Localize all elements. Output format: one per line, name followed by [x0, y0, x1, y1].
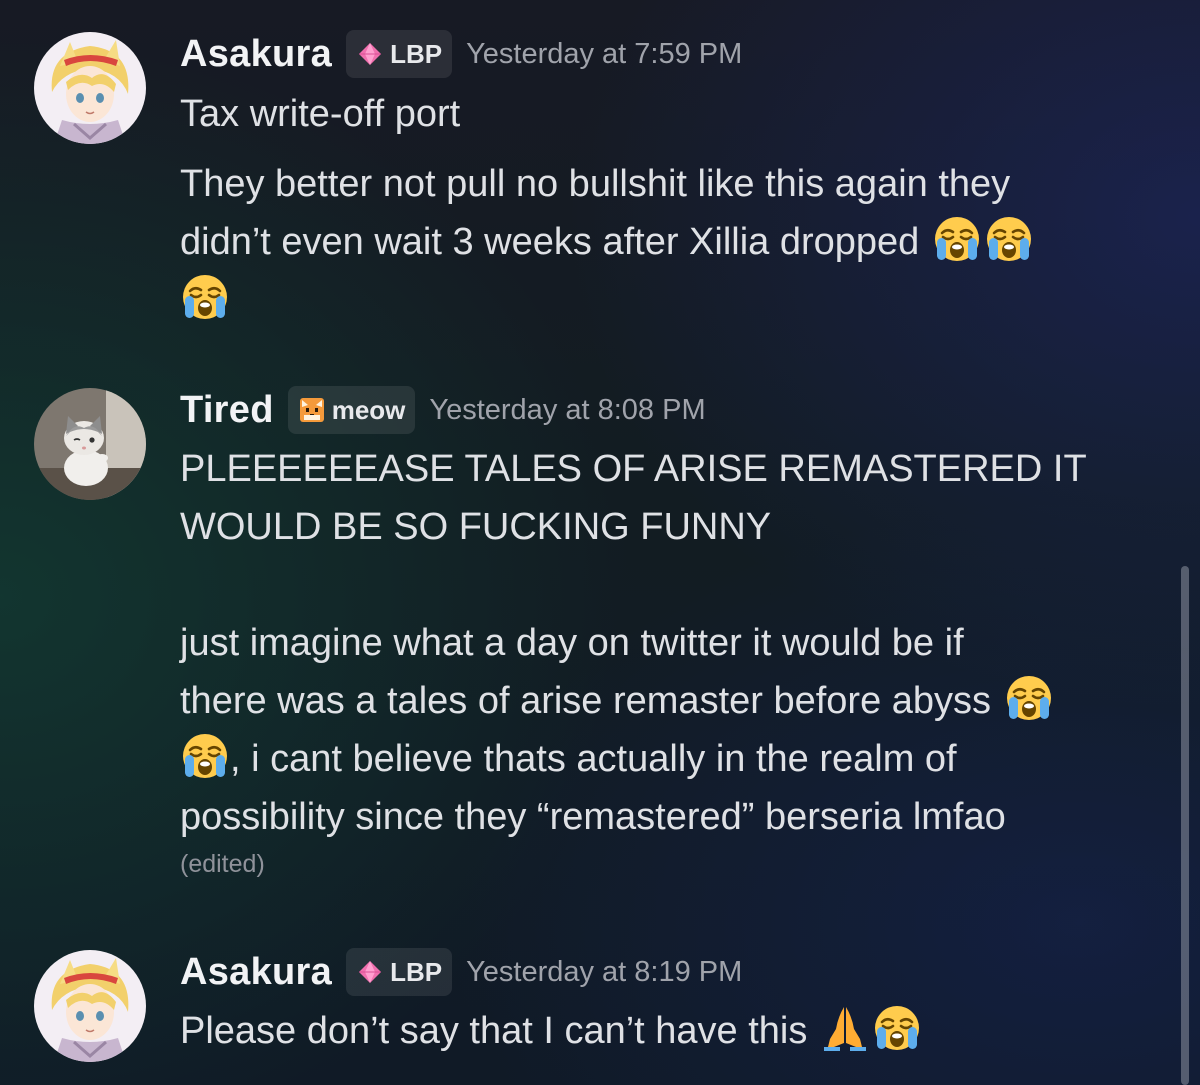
message-text-segment: Please don’t say that I can’t have this [180, 1010, 808, 1052]
pink-gem-icon [356, 958, 384, 986]
sob-emoji-icon [180, 272, 230, 322]
message-text: just imagine what a day on twitter it wo… [180, 622, 964, 664]
avatar[interactable] [34, 32, 146, 144]
chat-view: Asakura LBP Yesterday at 7:59 PM Tax wri… [0, 0, 1200, 1085]
message-content: Tax write-off port They better not pull … [180, 85, 1034, 329]
cat-face-icon [298, 396, 326, 424]
avatar[interactable] [34, 388, 146, 500]
message-text-segment: , i cant believe thats actually in the r… [230, 738, 957, 780]
role-tag[interactable]: LBP [346, 30, 453, 78]
sob-emoji-icon [872, 1003, 922, 1053]
message-content: Please don’t say that I can’t have this [180, 1002, 922, 1060]
message-text: Tax write-off port [180, 93, 461, 135]
username[interactable]: Asakura [180, 33, 332, 76]
scrollbar-thumb[interactable] [1181, 566, 1189, 1085]
message-header: Asakura LBP Yesterday at 7:59 PM [180, 26, 742, 82]
role-tag-label: LBP [390, 956, 443, 987]
message-text: didn’t even wait 3 weeks after Xillia dr… [180, 213, 1034, 271]
role-tag[interactable]: meow [287, 386, 416, 434]
role-tag-label: LBP [390, 38, 443, 69]
message-text: PLEEEEEEASE TALES OF ARISE REMASTERED IT [180, 448, 1087, 490]
message-header: Tired meow Yesterday at 8:08 PM [180, 382, 706, 438]
username[interactable]: Tired [180, 389, 274, 432]
sob-emoji-icon [984, 214, 1034, 264]
message-text: there was a tales of arise remaster befo… [180, 672, 1087, 730]
message-content: PLEEEEEEASE TALES OF ARISE REMASTERED IT… [180, 440, 1087, 882]
message-text-segment: didn’t even wait 3 weeks after Xillia dr… [180, 221, 920, 263]
message-text: Please don’t say that I can’t have this [180, 1002, 922, 1060]
message-text: , i cant believe thats actually in the r… [180, 730, 1087, 788]
role-tag-label: meow [331, 394, 406, 425]
timestamp: Yesterday at 8:08 PM [429, 393, 706, 426]
timestamp: Yesterday at 7:59 PM [466, 37, 743, 70]
avatar[interactable] [34, 950, 146, 1062]
sob-emoji-icon [1004, 673, 1054, 723]
edited-label: (edited) [180, 850, 265, 878]
message-text: possibility since they “remastered” bers… [180, 796, 1006, 838]
message-text [180, 271, 1034, 329]
message-header: Asakura LBP Yesterday at 8:19 PM [180, 944, 742, 1000]
username[interactable]: Asakura [180, 951, 332, 994]
timestamp: Yesterday at 8:19 PM [466, 955, 743, 988]
role-tag[interactable]: LBP [346, 948, 453, 996]
folded-hands-emoji-icon [820, 1003, 870, 1053]
sob-emoji-icon [932, 214, 982, 264]
pink-gem-icon [356, 40, 384, 68]
message-text: They better not pull no bullshit like th… [180, 163, 1011, 205]
sob-emoji-icon [180, 731, 230, 781]
message-text-segment: there was a tales of arise remaster befo… [180, 680, 992, 722]
message-text: WOULD BE SO FUCKING FUNNY [180, 506, 772, 548]
